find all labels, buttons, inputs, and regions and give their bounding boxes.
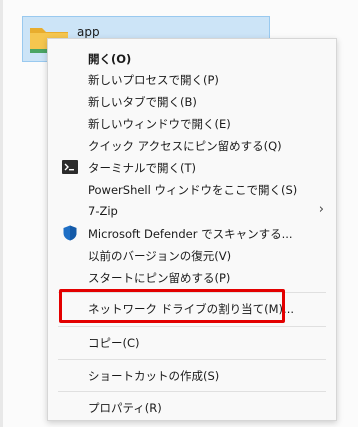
menu-item-defender-scan[interactable]: Microsoft Defender でスキャンする... xyxy=(48,222,336,244)
menu-item-label: PowerShell ウィンドウをここで開く(S) xyxy=(88,183,298,197)
menu-item-label: スタートにピン留めする(P) xyxy=(88,271,231,285)
menu-item-label: 以前のバージョンの復元(V) xyxy=(88,249,232,263)
menu-item-label: プロパティ(R) xyxy=(88,401,162,415)
menu-separator xyxy=(58,326,326,327)
menu-separator xyxy=(58,391,326,392)
menu-item-label: ショートカットの作成(S) xyxy=(88,369,220,383)
menu-item-open-new-window[interactable]: 新しいウィンドウで開く(E) xyxy=(48,112,336,134)
menu-item-restore-previous[interactable]: 以前のバージョンの復元(V) xyxy=(48,244,336,266)
menu-item-label: 新しいウィンドウで開く(E) xyxy=(88,117,231,131)
menu-item-7zip[interactable]: 7-Zip › xyxy=(48,200,336,222)
menu-item-label: Microsoft Defender でスキャンする... xyxy=(88,227,293,241)
menu-item-open-terminal[interactable]: ターミナルで開く(T) xyxy=(48,156,336,178)
menu-item-label: 7-Zip xyxy=(88,204,118,218)
menu-item-open[interactable]: 開く(O) xyxy=(48,47,336,69)
menu-item-label: 開く(O) xyxy=(88,52,132,66)
menu-separator xyxy=(58,359,326,360)
menu-item-label: ターミナルで開く(T) xyxy=(88,161,196,175)
menu-item-label: 新しいプロセスで開く(P) xyxy=(88,73,219,87)
chevron-right-icon: › xyxy=(318,202,324,217)
menu-item-pin-quick-access[interactable]: クイック アクセスにピン留めする(Q) xyxy=(48,134,336,156)
menu-item-properties[interactable]: プロパティ(R) xyxy=(48,396,336,418)
menu-item-label: 新しいタブで開く(B) xyxy=(88,95,197,109)
menu-item-open-new-process[interactable]: 新しいプロセスで開く(P) xyxy=(48,68,336,90)
context-menu: 開く(O) 新しいプロセスで開く(P) 新しいタブで開く(B) 新しいウィンドウ… xyxy=(47,38,337,421)
highlight-annotation-box xyxy=(59,289,285,323)
menu-item-label: クイック アクセスにピン留めする(Q) xyxy=(88,139,282,153)
menu-item-open-powershell[interactable]: PowerShell ウィンドウをここで開く(S) xyxy=(48,178,336,200)
window-left-edge xyxy=(0,0,3,427)
folder-name: app xyxy=(77,25,100,39)
menu-item-create-shortcut[interactable]: ショートカットの作成(S) xyxy=(48,364,336,386)
menu-item-copy[interactable]: コピー(C) xyxy=(48,331,336,353)
menu-item-pin-start[interactable]: スタートにピン留めする(P) xyxy=(48,266,336,288)
terminal-icon xyxy=(62,160,78,174)
menu-item-open-new-tab[interactable]: 新しいタブで開く(B) xyxy=(48,90,336,112)
shield-icon xyxy=(63,225,77,241)
menu-item-label: コピー(C) xyxy=(88,336,140,350)
